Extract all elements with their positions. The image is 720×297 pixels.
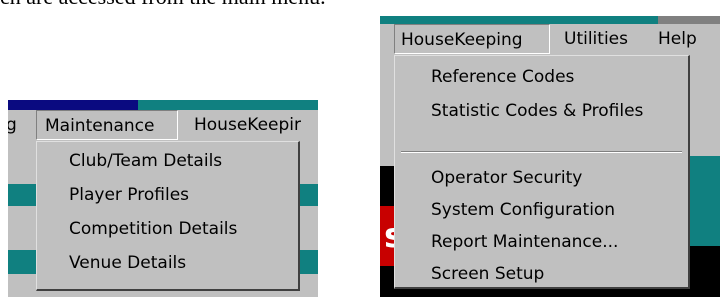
menu-option-reference-codes[interactable]: Reference Codes (431, 62, 574, 92)
menu-option-club-team-details[interactable]: Club/Team Details (69, 146, 222, 176)
menu-option-screen-setup[interactable]: Screen Setup (431, 259, 544, 289)
menu-item-maintenance[interactable]: Maintenance (36, 110, 178, 140)
maintenance-dropdown: Club/Team Details Player Profiles Compet… (36, 141, 300, 291)
menu-bar: g Maintenance HouseKeepir (8, 110, 318, 140)
maintenance-menu-screenshot: g Maintenance HouseKeepir Club/Team Deta… (8, 100, 318, 297)
menu-item-housekeeping[interactable]: HouseKeeping (394, 24, 550, 54)
housekeeping-menu-screenshot: HouseKeeping Utilities Help s Reference … (380, 16, 720, 297)
housekeeping-dropdown: Reference Codes Statistic Codes & Profil… (394, 55, 690, 289)
title-bar-inactive (658, 16, 720, 24)
menu-separator (401, 151, 682, 153)
background-strip (690, 156, 720, 246)
menu-option-competition-details[interactable]: Competition Details (69, 214, 237, 244)
menu-option-venue-details[interactable]: Venue Details (69, 248, 186, 278)
menu-option-system-configuration[interactable]: System Configuration (431, 195, 615, 225)
menu-item-partial[interactable]: g (8, 110, 17, 140)
menu-item-help[interactable]: Help (658, 24, 697, 54)
menu-option-operator-security[interactable]: Operator Security (431, 163, 582, 193)
menu-option-statistic-codes-profiles[interactable]: Statistic Codes & Profiles (431, 96, 643, 126)
caption-text: ch are accessed from the main menu. (0, 0, 326, 10)
menu-item-utilities[interactable]: Utilities (564, 24, 628, 54)
menu-item-housekeeping[interactable]: HouseKeepir (194, 110, 301, 140)
menu-option-report-maintenance[interactable]: Report Maintenance... (431, 227, 618, 257)
menu-option-player-profiles[interactable]: Player Profiles (69, 180, 189, 210)
menu-bar: HouseKeeping Utilities Help (380, 24, 720, 54)
title-bar-active (8, 100, 138, 110)
title-bar-background (138, 100, 318, 110)
